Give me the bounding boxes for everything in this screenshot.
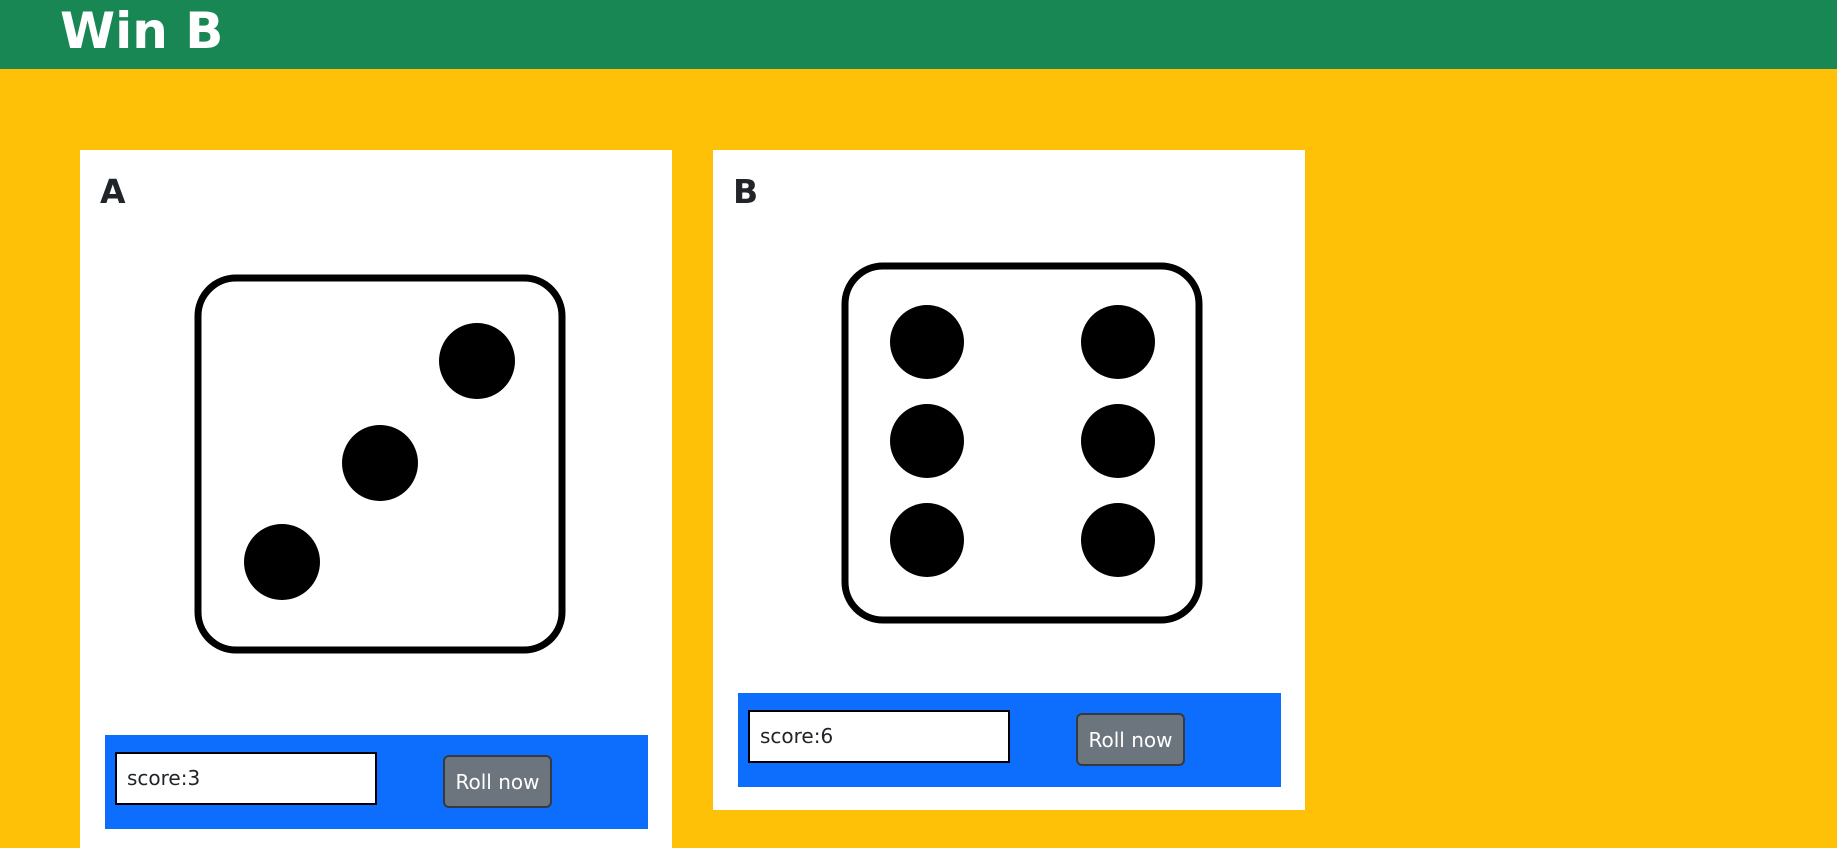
player-card-a: A score:3 Roll now bbox=[80, 150, 672, 848]
header-bar: Win B bbox=[0, 0, 1837, 69]
score-field[interactable]: score:6 bbox=[748, 710, 1010, 763]
controls-panel: score:3 Roll now bbox=[105, 735, 648, 829]
die-pip bbox=[1081, 503, 1155, 577]
player-name: B bbox=[733, 172, 759, 211]
die-pip bbox=[439, 323, 515, 399]
die-pip bbox=[890, 404, 964, 478]
roll-button[interactable]: Roll now bbox=[443, 755, 552, 808]
die-pip bbox=[342, 425, 418, 501]
die-pip bbox=[244, 524, 320, 600]
player-name: A bbox=[100, 172, 126, 211]
die-pip bbox=[890, 503, 964, 577]
controls-panel: score:6 Roll now bbox=[738, 693, 1281, 787]
die-pip bbox=[890, 305, 964, 379]
die-pip bbox=[1081, 404, 1155, 478]
die-three-icon bbox=[194, 274, 566, 654]
roll-button[interactable]: Roll now bbox=[1076, 713, 1185, 766]
winner-title: Win B bbox=[60, 2, 224, 60]
player-card-b: B score:6 Roll now bbox=[713, 150, 1305, 810]
score-field[interactable]: score:3 bbox=[115, 752, 377, 805]
die-pip bbox=[1081, 305, 1155, 379]
die-six-icon bbox=[841, 262, 1203, 624]
